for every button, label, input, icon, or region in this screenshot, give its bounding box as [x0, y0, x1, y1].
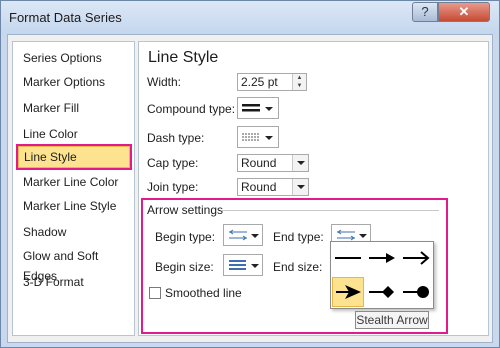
compound-type-dropdown[interactable] — [237, 97, 279, 119]
begin-size-label: Begin size: — [155, 260, 214, 274]
nav-item-glow-soft-edges[interactable]: Glow and Soft Edges — [18, 246, 130, 283]
cap-type-value: Round — [241, 156, 277, 170]
width-spinner[interactable]: 2.25 pt ▲ ▼ — [237, 73, 307, 91]
chevron-down-icon — [251, 264, 259, 268]
chevron-down-icon — [265, 136, 273, 140]
nav-item-marker-line-style[interactable]: Marker Line Style — [18, 196, 130, 216]
cap-type-dropdown-button[interactable] — [292, 155, 308, 171]
nav-item-marker-options[interactable]: Marker Options — [18, 72, 130, 92]
width-label: Width: — [147, 75, 182, 89]
smoothed-line-checkbox[interactable] — [149, 287, 161, 299]
title-bar[interactable]: Format Data Series ? ✕ — [1, 1, 499, 34]
join-type-select[interactable]: Round — [237, 178, 309, 196]
dash-type-dropdown[interactable] — [237, 126, 279, 148]
join-type-value: Round — [241, 180, 277, 194]
nav-item-marker-line-color[interactable]: Marker Line Color — [18, 172, 130, 192]
chevron-down-icon — [359, 234, 367, 238]
join-type-label: Join type: — [147, 180, 199, 194]
compound-type-label: Compound type: — [147, 102, 236, 116]
help-button[interactable]: ? — [412, 2, 438, 22]
width-value: 2.25 pt — [241, 75, 278, 89]
close-button[interactable]: ✕ — [438, 2, 490, 22]
arrow-type-gallery — [330, 241, 434, 309]
category-list: Series Options Marker Options Marker Fil… — [12, 41, 135, 336]
chevron-down-icon — [251, 234, 259, 238]
nav-item-line-style[interactable]: Line Style — [16, 144, 132, 170]
nav-item-series-options[interactable]: Series Options — [18, 48, 130, 68]
arrow-settings-title: Arrow settings — [147, 203, 224, 217]
nav-item-marker-fill[interactable]: Marker Fill — [18, 98, 130, 118]
window-title: Format Data Series — [9, 10, 122, 25]
begin-type-label: Begin type: — [155, 230, 216, 244]
nav-item-3d-format[interactable]: 3-D Format — [18, 272, 130, 292]
no-arrow-line-icon[interactable] — [332, 243, 364, 273]
compound-lines-icon — [242, 104, 260, 112]
nav-item-line-color[interactable]: Line Color — [18, 124, 130, 144]
chevron-down-icon — [297, 185, 305, 189]
end-size-label: End size: — [273, 260, 323, 274]
dash-type-label: Dash type: — [147, 131, 205, 145]
spin-arrows-icon[interactable]: ▲ ▼ — [292, 74, 306, 90]
chevron-down-icon — [265, 107, 273, 111]
open-arrow-icon[interactable] — [400, 243, 432, 273]
oval-arrow-icon[interactable] — [400, 277, 432, 307]
cap-type-label: Cap type: — [147, 156, 199, 170]
arrow-size-icon — [229, 260, 246, 270]
join-type-dropdown-button[interactable] — [292, 179, 308, 195]
nav-item-shadow[interactable]: Shadow — [18, 222, 130, 242]
begin-type-dropdown[interactable] — [223, 224, 263, 246]
panel-heading: Line Style — [148, 49, 219, 66]
line-style-panel: Line Style Width: 2.25 pt ▲ ▼ Compound ty… — [138, 41, 489, 336]
stealth-arrow-icon[interactable] — [332, 277, 364, 307]
smoothed-line-label[interactable]: Smoothed line — [165, 286, 242, 300]
arrow-icon[interactable] — [366, 243, 398, 273]
dash-lines-icon — [242, 133, 260, 141]
group-divider — [221, 210, 439, 211]
chevron-down-icon — [297, 161, 305, 165]
cap-type-select[interactable]: Round — [237, 154, 309, 172]
diamond-arrow-icon[interactable] — [366, 277, 398, 307]
arrow-type-icon — [229, 229, 247, 241]
stealth-arrow-tooltip: Stealth Arrow — [355, 311, 429, 329]
end-type-label: End type: — [273, 230, 324, 244]
begin-size-dropdown[interactable] — [223, 254, 263, 276]
arrow-type-icon — [337, 229, 355, 241]
